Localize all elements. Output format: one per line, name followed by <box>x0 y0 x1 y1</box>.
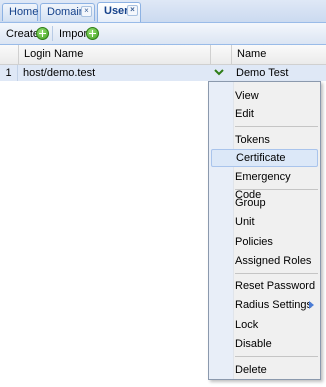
toolbar-separator <box>52 26 53 41</box>
create-button-label: Create <box>6 28 40 40</box>
tab-strip: Home Domains × User × <box>0 0 326 23</box>
tab-user-label: User <box>104 5 129 17</box>
tab-home[interactable]: Home <box>2 3 38 21</box>
toolbar: Create Import <box>0 23 326 45</box>
menu-item-disable[interactable]: Disable <box>211 335 318 353</box>
menu-item-emergency-code[interactable]: Emergency Code <box>211 168 318 201</box>
menu-item-tokens[interactable]: Tokens <box>211 131 318 149</box>
tab-domains[interactable]: Domains × <box>40 3 95 21</box>
menu-separator <box>235 356 318 357</box>
close-icon[interactable]: × <box>81 6 92 17</box>
menu-item-view[interactable]: View <box>211 87 318 105</box>
chevron-down-icon[interactable] <box>214 67 224 77</box>
grid-header: Login Name Name <box>0 45 326 65</box>
menu-item-delete[interactable]: Delete <box>211 361 318 379</box>
row-number-header <box>0 45 18 64</box>
menu-separator <box>235 189 318 190</box>
menu-item-radius-settings-label: Radius Settings <box>235 299 313 311</box>
menu-item-group[interactable]: Group <box>211 194 318 212</box>
create-button[interactable]: Create <box>6 26 50 42</box>
tab-home-label: Home <box>9 6 39 18</box>
menu-item-certificate[interactable]: Certificate <box>211 149 318 167</box>
login-name-cell: host/demo.test <box>23 67 96 79</box>
table-row[interactable]: 1 host/demo.test Demo Test <box>0 65 326 81</box>
menu-item-radius-settings[interactable]: Radius Settings <box>211 296 318 314</box>
menu-item-reset-password[interactable]: Reset Password <box>211 277 318 295</box>
column-header-login-name[interactable]: Login Name <box>18 45 210 64</box>
menu-item-lock[interactable]: Lock <box>211 316 318 334</box>
add-icon <box>36 27 49 40</box>
tab-user[interactable]: User × <box>97 2 141 22</box>
column-menu-header <box>210 45 231 64</box>
menu-item-assigned-roles[interactable]: Assigned Roles <box>211 252 318 270</box>
menu-separator <box>235 273 318 274</box>
column-header-login-name-label: Login Name <box>24 48 84 60</box>
submenu-arrow-icon <box>309 301 314 309</box>
context-menu: View Edit Tokens Certificate Emergency C… <box>208 81 321 380</box>
close-icon[interactable]: × <box>127 5 138 16</box>
name-cell: Demo Test <box>236 67 289 79</box>
menu-item-policies[interactable]: Policies <box>211 233 318 251</box>
add-icon <box>86 27 99 40</box>
menu-separator <box>235 126 318 127</box>
import-button[interactable]: Import <box>59 26 103 42</box>
column-header-name[interactable]: Name <box>231 45 326 64</box>
column-header-name-label: Name <box>237 48 267 60</box>
menu-item-unit[interactable]: Unit <box>211 213 318 231</box>
row-number: 1 <box>0 65 18 81</box>
menu-item-edit[interactable]: Edit <box>211 105 318 123</box>
